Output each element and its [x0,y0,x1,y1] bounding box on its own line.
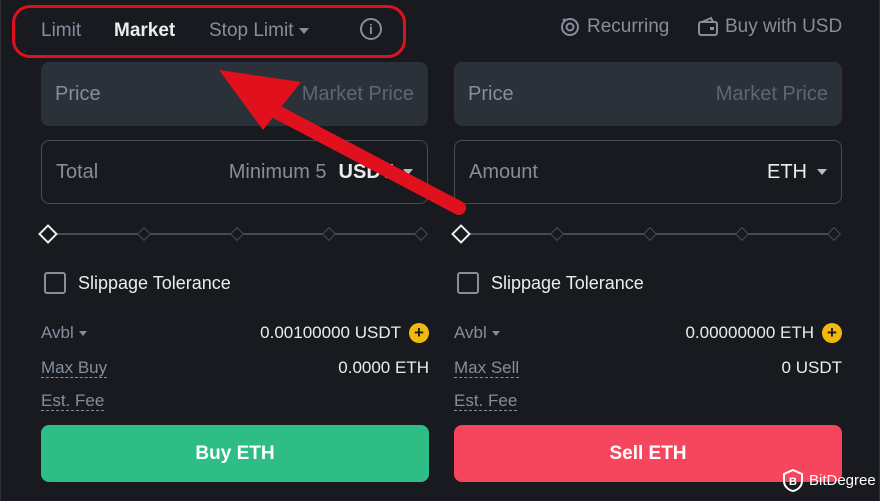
max-buy-label: Max Buy [41,357,108,378]
buy-avbl-value: 0.00100000 USDT [260,323,401,342]
max-sell-label: Max Sell [454,357,520,378]
annotation-highlight-box [12,5,406,58]
recurring-button[interactable]: Recurring [559,16,669,38]
max-sell-value: 0 USDT [781,358,842,377]
buy-max-row: Max Buy 0.0000 ETH [41,356,429,380]
buy-slippage-row: Slippage Tolerance [44,272,231,294]
caret-down-icon[interactable] [817,169,827,175]
wallet-icon [698,16,718,36]
buy-total-field[interactable]: Total Minimum 5 USDT [41,140,428,204]
sell-max-row: Max Sell 0 USDT [454,356,842,380]
buy-total-label: Total [56,160,99,183]
slider-tick-100[interactable] [826,226,842,242]
slider-tick-75[interactable] [734,226,750,242]
slippage-label: Slippage Tolerance [78,272,231,293]
slippage-checkbox[interactable] [457,272,479,294]
avbl-label: Avbl [41,323,74,342]
slider-tick-50[interactable] [229,226,245,242]
sell-price-label: Price [468,82,514,105]
sell-amount-label: Amount [469,160,538,183]
recurring-icon [561,18,579,36]
sell-avbl-row: Avbl 0.00000000 ETH + [454,321,842,345]
svg-text:B: B [789,476,797,488]
buy-avbl-row: Avbl 0.00100000 USDT + [41,321,429,345]
slider-handle[interactable] [451,224,471,244]
sell-price-field[interactable]: Price Market Price [454,62,842,126]
est-fee-label[interactable]: Est. Fee [454,391,518,411]
buy-total-unit[interactable]: USDT [339,161,393,184]
sell-fee-row: Est. Fee [454,389,842,413]
slider-tick-75[interactable] [321,226,337,242]
buy-price-label: Price [55,82,101,105]
sell-avbl-value: 0.00000000 ETH [685,323,814,342]
add-funds-icon[interactable]: + [409,323,429,343]
slider-tick-25[interactable] [549,226,565,242]
bitdegree-watermark: B BitDegree [783,469,876,492]
buy-total-min: Minimum 5 [228,160,327,183]
order-form-panel: Limit Market Stop Limit i Recurring Buy … [0,0,880,501]
slider-handle[interactable] [38,224,58,244]
caret-down-icon[interactable] [78,330,87,336]
est-fee-label[interactable]: Est. Fee [41,391,105,411]
add-funds-icon[interactable]: + [822,323,842,343]
sell-slippage-row: Slippage Tolerance [457,272,644,294]
sell-amount-slider[interactable] [451,222,842,246]
buy-eth-button[interactable]: Buy ETH [41,425,429,482]
sell-amount-field[interactable]: Amount ETH [454,140,842,204]
buy-with-usd-button[interactable]: Buy with USD [697,16,842,38]
watermark-text: BitDegree [809,472,876,489]
caret-down-icon[interactable] [403,169,413,175]
slippage-checkbox[interactable] [44,272,66,294]
recurring-label: Recurring [587,16,670,37]
slippage-label: Slippage Tolerance [491,272,644,293]
buy-amount-slider[interactable] [38,222,429,246]
buy-price-field[interactable]: Price Market Price [41,62,428,126]
caret-down-icon[interactable] [491,330,500,336]
buy-fee-row: Est. Fee [41,389,429,413]
buy-price-placeholder: Market Price [301,82,414,105]
sell-price-placeholder: Market Price [715,82,828,105]
max-buy-value: 0.0000 ETH [338,358,429,377]
buy-with-usd-label: Buy with USD [725,16,843,37]
slider-tick-100[interactable] [413,226,429,242]
slider-tick-50[interactable] [642,226,658,242]
bitdegree-logo-icon: B [783,469,803,492]
sell-amount-unit[interactable]: ETH [767,161,807,184]
slider-tick-25[interactable] [136,226,152,242]
avbl-label: Avbl [454,323,487,342]
